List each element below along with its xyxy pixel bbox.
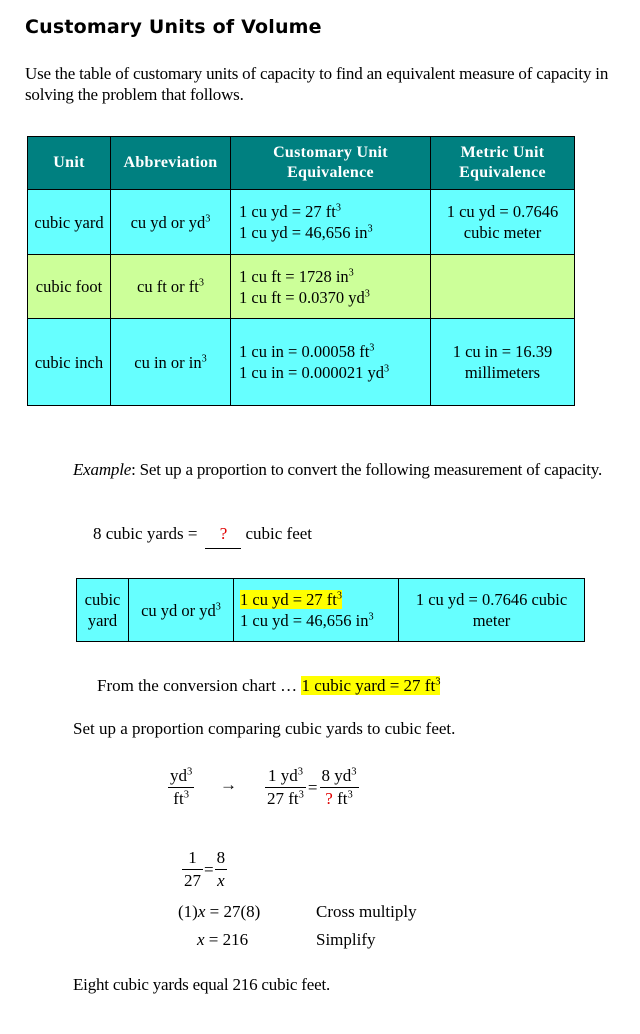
table-row: cubic inch cu in or in3 1 cu in = 0.0005… <box>27 318 575 406</box>
example-paragraph: Example: Set up a proportion to convert … <box>73 460 603 479</box>
problem-statement: 8 cubic yards =? cubic feet <box>93 524 312 549</box>
arrow-icon: → <box>220 775 237 794</box>
highlighted-equivalence: 1 cu yd = 27 ft3 <box>240 590 342 609</box>
example-label: Example <box>73 460 132 479</box>
unknown-blank: ? <box>205 524 242 549</box>
header-customary: Customary Unit Equivalence <box>230 136 431 190</box>
customary-cell: 1 cu ft = 1728 in3 1 cu ft = 0.0370 yd3 <box>230 254 431 319</box>
units-table: Unit Abbreviation Customary Unit Equival… <box>27 136 575 406</box>
unit-cell: cubic inch <box>27 318 111 406</box>
page-title: Customary Units of Volume <box>25 16 322 38</box>
abbr-cell: cu yd or yd3 <box>110 189 231 255</box>
intro-paragraph: Use the table of customary units of capa… <box>25 64 609 104</box>
unit-cell: cubic foot <box>27 254 111 319</box>
header-metric: Metric Unit Equivalence <box>430 136 575 190</box>
header-unit: Unit <box>27 136 111 190</box>
abbr-cell: cu yd or yd3 <box>128 578 234 642</box>
from-chart-line: From the conversion chart … 1 cubic yard… <box>97 676 441 695</box>
unit-ratio: yd3 ft3 <box>168 766 195 808</box>
step-cross-multiply: (1)x = 27(8) <box>178 902 261 921</box>
example-table: cubic yard cu yd or yd3 1 cu yd = 27 ft3… <box>76 578 585 642</box>
table-row: cubic foot cu ft or ft3 1 cu ft = 1728 i… <box>27 254 575 319</box>
unit-cell: cubic yard <box>76 578 129 642</box>
proportion-equation: 1 yd3 27 ft3 = 8 yd3? ft3 <box>265 766 359 808</box>
metric-cell: 1 cu yd = 0.7646 cubic meter <box>430 189 575 255</box>
unit-cell: cubic yard <box>27 189 111 255</box>
abbr-cell: cu ft or ft3 <box>110 254 231 319</box>
metric-cell <box>430 254 575 319</box>
step-note: Cross multiply <box>316 902 417 921</box>
table-row: cubic yard cu yd or yd3 1 cu yd = 27 ft3… <box>27 189 575 255</box>
customary-cell: 1 cu in = 0.00058 ft3 1 cu in = 0.000021 … <box>230 318 431 406</box>
header-abbreviation: Abbreviation <box>110 136 231 190</box>
abbr-cell: cu in or in3 <box>110 318 231 406</box>
table-header-row: Unit Abbreviation Customary Unit Equival… <box>27 136 575 190</box>
conclusion: Eight cubic yards equal 216 cubic feet. <box>73 975 331 994</box>
customary-cell: 1 cu yd = 27 ft3 1 cu yd = 46,656 in3 <box>233 578 399 642</box>
metric-cell: 1 cu in = 16.39 millimeters <box>430 318 575 406</box>
step-note: Simplify <box>316 930 376 949</box>
setup-instruction: Set up a proportion comparing cubic yard… <box>73 719 456 738</box>
metric-cell: 1 cu yd = 0.7646 cubic meter <box>398 578 585 642</box>
solve-fraction-equation: 1 27 = 8 x <box>182 848 228 890</box>
customary-cell: 1 cu yd = 27 ft3 1 cu yd = 46,656 in3 <box>230 189 431 255</box>
table-row: cubic yard cu yd or yd3 1 cu yd = 27 ft3… <box>76 578 585 642</box>
step-simplify: x = 216 <box>197 930 249 949</box>
highlighted-conversion: 1 cubic yard = 27 ft3 <box>301 676 441 695</box>
